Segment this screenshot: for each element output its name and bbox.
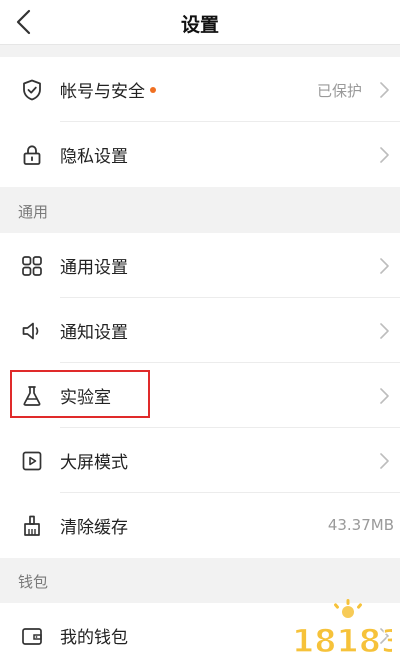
lock-icon: [23, 145, 41, 165]
settings-row-account-security[interactable]: 帐号与安全 已保护: [0, 57, 400, 122]
settings-row-general-settings[interactable]: 通用设置: [0, 233, 400, 298]
row-label: 通知设置: [60, 323, 128, 343]
chevron-right-icon: [380, 82, 389, 98]
settings-row-large-screen-mode[interactable]: 大屏模式: [0, 428, 400, 493]
settings-row-clear-cache[interactable]: 清除缓存 43.37MB: [0, 493, 400, 558]
notification-dot: [150, 87, 156, 93]
speaker-icon: [22, 322, 39, 340]
account-group: 帐号与安全 已保护 隐私设置: [0, 57, 400, 187]
chevron-right-icon: [380, 258, 389, 274]
row-value: 已保护: [316, 82, 362, 100]
broom-icon: [24, 515, 40, 536]
section-header-general: 通用: [18, 203, 49, 221]
chevron-right-icon: [380, 323, 389, 339]
row-label: 帐号与安全: [60, 82, 145, 102]
chevron-right-icon: [380, 388, 389, 404]
play-screen-icon: [22, 451, 42, 471]
cache-size: 43.37MB: [327, 516, 394, 534]
settings-row-notification-settings[interactable]: 通知设置: [0, 298, 400, 363]
navigation-bar: 设置: [0, 0, 400, 45]
row-label: 我的钱包: [60, 628, 128, 648]
row-label: 大屏模式: [60, 453, 128, 473]
row-label: 隐私设置: [60, 147, 128, 167]
chevron-right-icon: [380, 147, 389, 163]
watermark-logo: 18183: [291, 599, 392, 661]
wallet-icon: [22, 628, 42, 645]
row-label: 通用设置: [60, 258, 128, 278]
grid-icon: [22, 256, 42, 276]
chevron-right-icon: [380, 453, 389, 469]
watermark-text: 18183: [292, 622, 392, 660]
settings-row-privacy[interactable]: 隐私设置: [0, 122, 400, 187]
shield-check-icon: [23, 79, 41, 101]
section-header-wallet: 钱包: [18, 573, 49, 591]
lab-highlight-box: [10, 370, 150, 418]
row-label: 清除缓存: [60, 518, 128, 538]
page-title: 设置: [180, 14, 219, 36]
